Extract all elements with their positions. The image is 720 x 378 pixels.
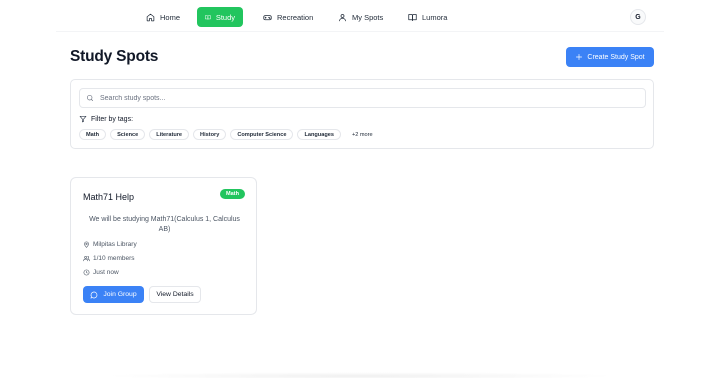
- nav-divider: [56, 31, 664, 32]
- users-icon: [83, 256, 90, 262]
- tag-computer-science[interactable]: Computer Science: [230, 129, 294, 140]
- nav-item-label: Study: [215, 12, 235, 22]
- nav-item-my-spots[interactable]: My Spots: [330, 7, 391, 27]
- top-nav: Home Study Recreation My Spots Lumora G: [0, 0, 720, 34]
- more-tags-button[interactable]: +2 more: [344, 129, 380, 140]
- nav-item-label: Recreation: [277, 12, 314, 22]
- search-icon: [87, 95, 93, 101]
- location-text: Milpitas Library: [93, 241, 137, 248]
- gamepad-icon: [263, 14, 272, 20]
- nav-item-label: Home: [160, 12, 181, 22]
- tag-science[interactable]: Science: [110, 129, 146, 140]
- nav-item-recreation[interactable]: Recreation: [255, 7, 321, 27]
- clock-icon: [83, 269, 90, 276]
- search-input[interactable]: [100, 94, 620, 102]
- bottom-shadow: [100, 372, 620, 378]
- card-description: We will be studying Math71(Calculus 1, C…: [89, 216, 240, 233]
- view-details-button[interactable]: View Details: [149, 286, 201, 303]
- study-spot-card: Math71 Help Math We will be studying Mat…: [70, 177, 257, 315]
- join-button-label: Join Group: [103, 291, 137, 298]
- nav-item-home[interactable]: Home: [138, 7, 188, 27]
- message-circle-icon: [90, 291, 98, 298]
- tag-list: Math Science Literature History Computer…: [79, 129, 380, 140]
- subject-badge: Math: [220, 189, 246, 199]
- create-study-spot-button[interactable]: Create Study Spot: [566, 47, 654, 67]
- tag-history[interactable]: History: [193, 129, 227, 140]
- home-icon: [146, 13, 155, 21]
- join-group-button[interactable]: Join Group: [83, 286, 144, 303]
- tag-literature[interactable]: Literature: [149, 129, 190, 140]
- avatar[interactable]: G: [630, 9, 646, 25]
- time-text: Just now: [93, 269, 119, 276]
- filter-icon: [79, 116, 87, 123]
- filter-label: Filter by tags:: [79, 115, 133, 123]
- book-open-icon: [408, 13, 417, 21]
- nav-item-lumora[interactable]: Lumora: [400, 7, 455, 27]
- time-row: Just now: [83, 269, 119, 276]
- search-box[interactable]: [79, 88, 646, 108]
- card-title: Math71 Help: [83, 192, 135, 202]
- filter-label-text: Filter by tags:: [91, 115, 134, 123]
- members-row: 1/10 members: [83, 255, 135, 262]
- create-button-label: Create Study Spot: [587, 53, 645, 61]
- plus-icon: [576, 54, 583, 60]
- tag-math[interactable]: Math: [79, 129, 107, 140]
- tag-languages[interactable]: Languages: [297, 129, 341, 140]
- user-icon: [339, 13, 346, 21]
- location-row: Milpitas Library: [83, 241, 137, 248]
- nav-item-study[interactable]: Study: [197, 7, 243, 27]
- page-title: Study Spots: [70, 48, 159, 65]
- nav-item-label: My Spots: [352, 12, 384, 22]
- nav-item-label: Lumora: [422, 12, 448, 22]
- filter-panel: Filter by tags: Math Science Literature …: [70, 79, 654, 149]
- members-text: 1/10 members: [93, 255, 135, 262]
- book-open-icon: [205, 14, 211, 20]
- map-pin-icon: [84, 241, 89, 248]
